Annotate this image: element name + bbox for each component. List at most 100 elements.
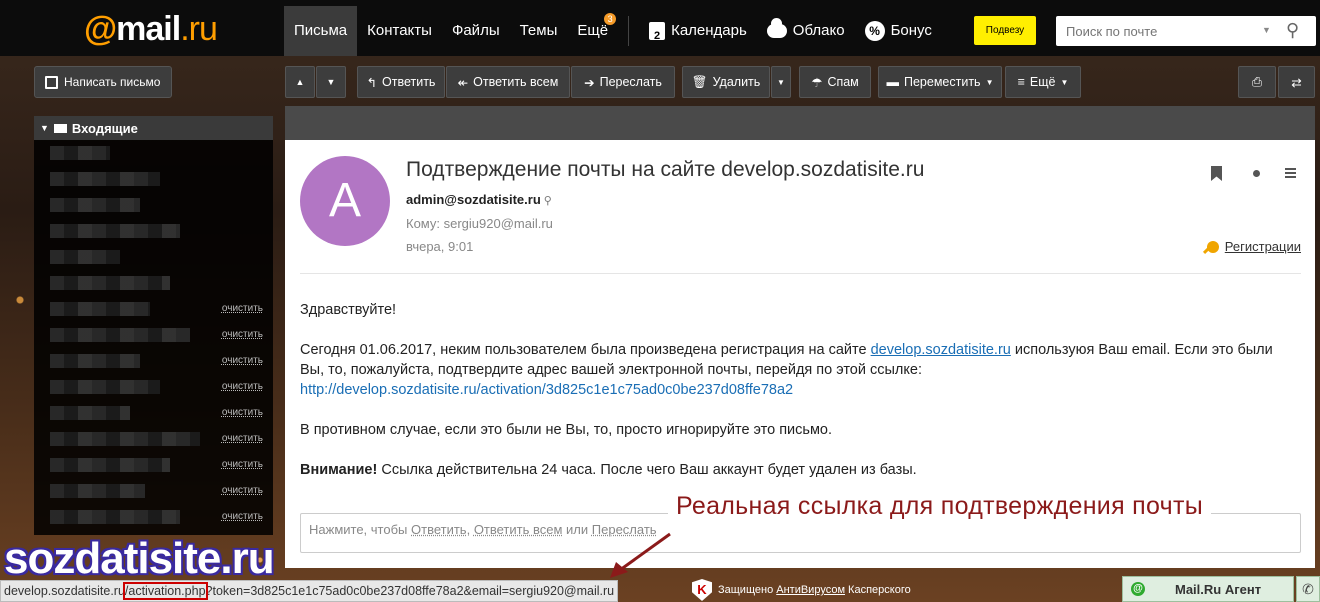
clear-folder-link[interactable]: очистить [222, 485, 263, 496]
nav-cloud[interactable]: Облако [757, 6, 855, 56]
translate-button[interactable]: ⇄ [1278, 66, 1315, 98]
list-item[interactable]: очистить [34, 322, 273, 348]
activation-link[interactable]: http://develop.sozdatisite.ru/activation… [300, 382, 793, 398]
more-actions-button[interactable]: ≡ Ещё ▼ [1005, 66, 1081, 98]
blurred-folder-name [50, 172, 160, 186]
mailru-agent-button[interactable]: @ Mail.Ru Агент [1122, 576, 1294, 602]
forward-icon: ➔ [584, 75, 595, 90]
clear-folder-link[interactable]: очистить [222, 459, 263, 470]
message-menu-icon[interactable] [1285, 168, 1296, 178]
list-item[interactable]: очистить [34, 504, 273, 530]
read-status-icon[interactable] [1253, 170, 1260, 177]
translate-icon: ⇄ [1291, 75, 1302, 90]
blurred-folder-name [50, 510, 180, 524]
phone-icon[interactable]: ✆ [1296, 576, 1320, 602]
body-paragraph: Сегодня 01.06.2017, неким пользователем … [300, 342, 1273, 398]
key-icon [1206, 240, 1219, 253]
list-item[interactable] [34, 166, 273, 192]
list-item[interactable] [34, 140, 273, 166]
body-paragraph: В противном случае, если это были не Вы,… [300, 422, 833, 438]
list-item[interactable]: очистить [34, 452, 273, 478]
toolbar-strip [285, 106, 1315, 140]
list-item[interactable] [34, 270, 273, 296]
message-date: вчера, 9:01 [406, 239, 474, 254]
notification-badge: 3 [604, 13, 617, 25]
quick-reply-all-link[interactable]: Ответить всем [474, 522, 563, 537]
antivirus-link[interactable]: АнтиВирусом [776, 584, 845, 596]
spam-button[interactable]: ☂ Спам [799, 66, 871, 98]
move-button[interactable]: ▬ Переместить ▼ [878, 66, 1002, 98]
forward-button[interactable]: ➔ Переслать [571, 66, 675, 98]
nav-divider [628, 16, 630, 46]
clear-folder-link[interactable]: очистить [222, 433, 263, 444]
list-item[interactable]: очистить [34, 348, 273, 374]
list-item[interactable]: очистить [34, 478, 273, 504]
folder-icon: ▬ [886, 75, 899, 89]
chevron-down-icon: ▼ [777, 77, 785, 87]
warning-paragraph: Внимание! Ссылка действительна 24 часа. … [300, 462, 917, 478]
quick-reply-link[interactable]: Ответить [411, 522, 467, 537]
annotation-caption: Реальная ссылка для подтверждения почты [668, 490, 1211, 522]
clear-folder-link[interactable]: очистить [222, 303, 263, 314]
podvezu-button[interactable]: Подвезу [974, 16, 1036, 45]
mailru-logo[interactable]: @mail.ru [84, 10, 218, 49]
kaspersky-shield-icon: K [692, 579, 712, 601]
blurred-folder-name [50, 328, 190, 342]
delete-options-dropdown[interactable]: ▼ [771, 66, 791, 98]
calendar-icon: 2 [649, 22, 666, 42]
category-label[interactable]: Регистрации [1206, 239, 1301, 254]
nav-tab-themes[interactable]: Темы [510, 6, 568, 56]
blurred-folder-name [50, 406, 130, 420]
search-input[interactable] [1056, 16, 1256, 46]
sender-address[interactable]: admin@sozdatisite.ru ⚲ [406, 192, 552, 207]
clear-folder-link[interactable]: очистить [222, 329, 263, 340]
flag-icon[interactable] [1211, 166, 1222, 181]
list-item[interactable]: очистить [34, 400, 273, 426]
delete-button[interactable]: 🗑 Удалить [682, 66, 770, 98]
nav-tab-more[interactable]: Ещё 3 [567, 6, 618, 56]
folder-inbox[interactable]: ▼ Входящие [34, 116, 273, 140]
clear-folder-link[interactable]: очистить [222, 511, 263, 522]
search-scope-dropdown-icon[interactable]: ▼ [1262, 25, 1271, 35]
next-message-button[interactable]: ▼ [316, 66, 346, 98]
message-subject: Подтверждение почты на сайте develop.soz… [406, 158, 925, 181]
nav-tab-letters[interactable]: Письма [284, 6, 358, 56]
list-item[interactable]: очистить [34, 426, 273, 452]
reply-all-button[interactable]: ↞ Ответить всем [446, 66, 570, 98]
kaspersky-notice: K Защищено АнтиВирусом Касперского [692, 578, 911, 602]
search-sender-icon[interactable]: ⚲ [544, 195, 552, 207]
collapse-triangle-icon[interactable]: ▼ [40, 123, 49, 133]
list-item[interactable]: очистить [34, 374, 273, 400]
printer-icon: ⎙ [1251, 74, 1262, 89]
reply-icon: ↰ [366, 75, 378, 90]
clear-folder-link[interactable]: очистить [222, 355, 263, 366]
blurred-folder-name [50, 302, 150, 316]
thumbs-down-icon: ☂ [811, 75, 823, 90]
clear-folder-link[interactable]: очистить [222, 381, 263, 392]
header-divider [300, 273, 1301, 274]
list-item[interactable] [34, 192, 273, 218]
prev-message-button[interactable]: ▲ [285, 66, 315, 98]
nav-tab-files[interactable]: Файлы [442, 6, 510, 56]
list-icon: ≡ [1017, 75, 1025, 89]
print-button[interactable]: ⎙ [1238, 66, 1276, 98]
nav-tab-contacts[interactable]: Контакты [357, 6, 442, 56]
watermark: sozdatisite.ru [4, 534, 275, 583]
greeting: Здравствуйте! [300, 302, 397, 318]
list-item[interactable] [34, 244, 273, 270]
reply-all-icon: ↞ [457, 75, 469, 90]
search-icon[interactable]: ⚲ [1286, 20, 1299, 41]
recipient-line: Кому: sergiu920@mail.ru [406, 216, 553, 231]
url-highlight: /activation.php [122, 582, 208, 600]
list-item[interactable]: очистить [34, 296, 273, 322]
clear-folder-link[interactable]: очистить [222, 407, 263, 418]
nav-bonus[interactable]: % Бонус [855, 6, 942, 56]
site-link[interactable]: develop.sozdatisite.ru [871, 342, 1011, 358]
bonus-icon: % [864, 21, 885, 41]
reply-button[interactable]: ↰ Ответить [357, 66, 445, 98]
folder-list: очистить очистить очистить очистить очистить… [34, 140, 273, 535]
list-item[interactable] [34, 218, 273, 244]
message-body: Здравствуйте! Сегодня 01.06.2017, неким … [300, 300, 1300, 500]
compose-button[interactable]: Написать письмо [34, 66, 172, 98]
nav-calendar[interactable]: 2 Календарь [639, 6, 757, 56]
